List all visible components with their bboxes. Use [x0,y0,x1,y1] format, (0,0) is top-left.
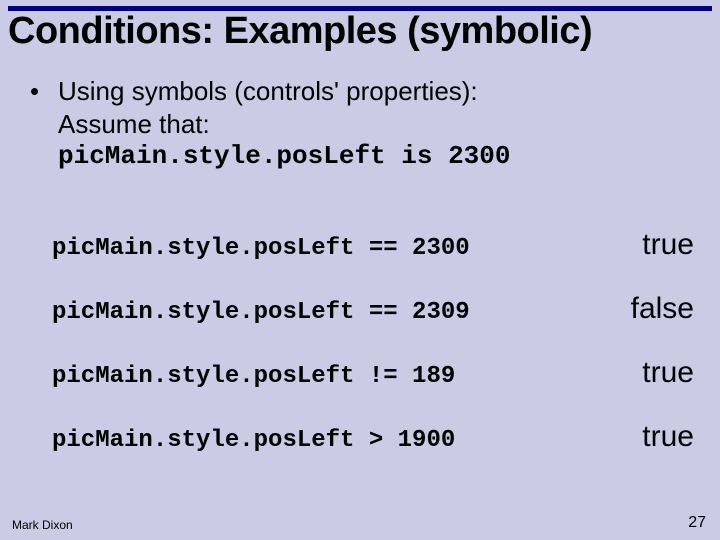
bullet-dot-icon: • [30,75,58,108]
bullet-intro: Using symbols (controls' properties): [58,75,478,108]
example-row: picMain.style.posLeft == 2309 false [52,292,694,326]
example-result: true [604,420,694,454]
slide-title: Conditions: Examples (symbolic) [8,10,712,53]
example-result: true [604,228,694,262]
example-expr: picMain.style.posLeft == 2300 [52,235,470,262]
bullet-item: • Using symbols (controls' properties): [30,75,700,108]
example-expr: picMain.style.posLeft != 189 [52,363,455,390]
example-result: true [604,356,694,390]
example-row: picMain.style.posLeft > 1900 true [52,420,694,454]
examples-block: picMain.style.posLeft == 2300 true picMa… [52,228,694,484]
slide: Conditions: Examples (symbolic) • Using … [0,0,720,540]
example-result: false [604,292,694,326]
assume-premise: picMain.style.posLeft is 2300 [58,140,700,173]
assume-text: Assume that: [58,108,700,141]
example-row: picMain.style.posLeft == 2300 true [52,228,694,262]
example-row: picMain.style.posLeft != 189 true [52,356,694,390]
example-expr: picMain.style.posLeft > 1900 [52,427,455,454]
footer-page-number: 27 [688,514,706,532]
example-expr: picMain.style.posLeft == 2309 [52,299,470,326]
footer-author: Mark Dixon [12,518,73,532]
slide-body: • Using symbols (controls' properties): … [30,75,700,173]
